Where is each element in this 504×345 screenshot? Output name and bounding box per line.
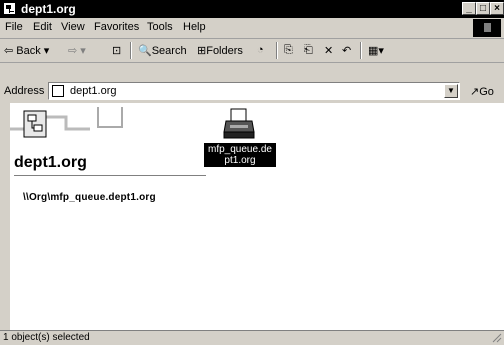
close-button[interactable]: × bbox=[490, 2, 504, 15]
file-label-line: mfp_queue.de bbox=[208, 144, 272, 155]
file-label-line: pt1.org bbox=[224, 155, 256, 166]
address-bar: Address dept1.org ▼ ↗Go bbox=[0, 80, 504, 103]
toolbar-separator bbox=[130, 42, 132, 59]
back-label: Back bbox=[16, 45, 41, 57]
explorer-window: dept1.org _ □ × File Edit View Favorites… bbox=[0, 0, 504, 345]
window-title: dept1.org bbox=[21, 2, 76, 16]
copy-to-icon[interactable]: ⎗ bbox=[304, 44, 313, 57]
maximize-button[interactable]: □ bbox=[476, 2, 490, 15]
address-field[interactable]: dept1.org ▼ bbox=[48, 82, 460, 100]
delete-icon[interactable]: ✕ bbox=[324, 44, 333, 57]
menu-bar: File Edit View Favorites Tools Help bbox=[0, 18, 504, 39]
file-label: mfp_queue.de pt1.org bbox=[204, 143, 276, 167]
views-icon[interactable]: ▦▾ bbox=[368, 44, 384, 57]
windows-logo-icon bbox=[473, 19, 501, 37]
go-button[interactable]: ↗Go bbox=[470, 85, 494, 98]
search-label: Search bbox=[151, 45, 187, 57]
search-button[interactable]: 🔍Search bbox=[138, 44, 187, 57]
menu-favorites[interactable]: Favorites bbox=[94, 21, 139, 33]
status-text: 1 object(s) selected bbox=[3, 332, 90, 343]
location-path: \\Org\mfp_queue.dept1.org bbox=[23, 192, 156, 203]
folder-tree-icon bbox=[52, 85, 64, 97]
forward-button[interactable]: ⇨ ▾ bbox=[68, 44, 86, 57]
address-value: dept1.org bbox=[70, 85, 117, 97]
folders-label: Folders bbox=[206, 45, 243, 57]
go-label: Go bbox=[479, 86, 494, 98]
standard-toolbar: ⇦ Back ▾ ⇨ ▾ ⊡ 🔍Search ⊞Folders ◔ ⎘ ⎗ ✕ … bbox=[0, 39, 504, 63]
back-button[interactable]: ⇦ Back ▾ bbox=[4, 44, 49, 57]
undo-icon[interactable]: ↶ bbox=[342, 44, 351, 57]
up-folder-icon[interactable]: ⊡ bbox=[112, 44, 121, 57]
move-to-icon[interactable]: ⎘ bbox=[284, 44, 293, 57]
toolbar-separator bbox=[360, 42, 362, 59]
menu-view[interactable]: View bbox=[61, 21, 85, 33]
menu-tools[interactable]: Tools bbox=[147, 21, 173, 33]
file-item[interactable]: mfp_queue.de pt1.org bbox=[204, 108, 276, 172]
left-border bbox=[0, 103, 10, 330]
address-label: Address bbox=[4, 85, 45, 97]
menu-file[interactable]: File bbox=[5, 21, 23, 33]
banner-divider bbox=[14, 175, 206, 176]
toolbar-separator bbox=[276, 42, 278, 59]
menu-help[interactable]: Help bbox=[183, 21, 206, 33]
banner-title: dept1.org bbox=[14, 154, 87, 171]
folder-tree-icon[interactable] bbox=[3, 2, 16, 15]
status-bar: 1 object(s) selected bbox=[0, 330, 504, 345]
menu-edit[interactable]: Edit bbox=[33, 21, 52, 33]
history-icon[interactable]: ◔ bbox=[257, 44, 264, 56]
resize-grip-icon[interactable] bbox=[492, 333, 502, 343]
folders-button[interactable]: ⊞Folders bbox=[197, 44, 243, 57]
address-dropdown-button[interactable]: ▼ bbox=[444, 84, 458, 98]
printer-icon bbox=[223, 108, 255, 139]
minimize-button[interactable]: _ bbox=[462, 2, 476, 15]
title-bar[interactable]: dept1.org _ □ × bbox=[0, 0, 504, 18]
